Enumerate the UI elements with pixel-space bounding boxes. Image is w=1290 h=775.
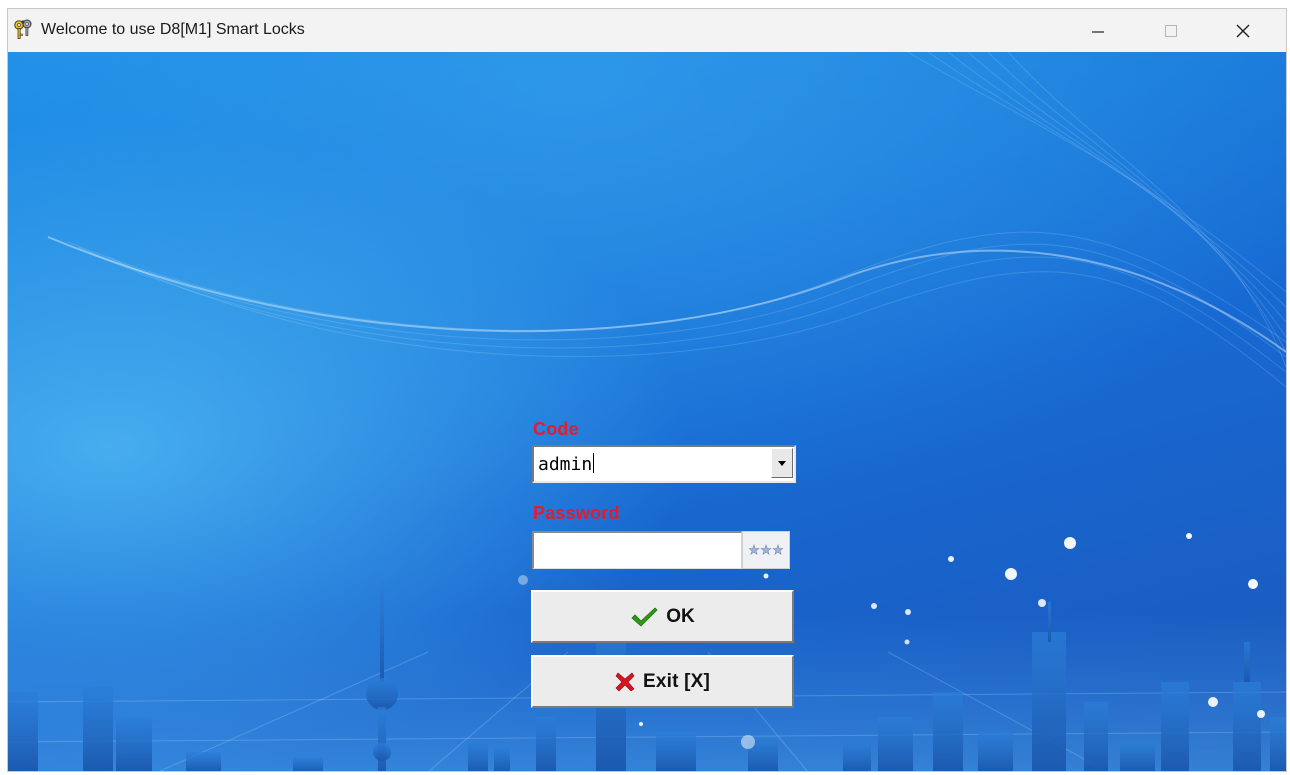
text-caret (593, 453, 595, 473)
red-cross-icon (615, 672, 635, 691)
keys-icon (14, 19, 32, 39)
login-window: Welcome to use D8[M1] Smart Locks Code a… (7, 8, 1287, 772)
code-value: admin (538, 454, 593, 475)
asterisks-icon (749, 544, 783, 555)
title-bar[interactable]: Welcome to use D8[M1] Smart Locks (8, 9, 1286, 52)
code-combobox[interactable]: admin (532, 445, 796, 483)
close-icon (1236, 24, 1250, 37)
code-dropdown-button[interactable] (771, 448, 793, 478)
code-label: Code (533, 419, 579, 439)
code-input[interactable]: admin (538, 453, 595, 475)
checkmark-icon (631, 606, 658, 627)
ok-button[interactable]: OK (531, 590, 794, 643)
exit-button[interactable]: Exit [X] (531, 655, 794, 708)
maximize-icon (1165, 24, 1177, 37)
exit-label: Exit [X] (642, 670, 711, 692)
window-title: Welcome to use D8[M1] Smart Locks (41, 21, 305, 38)
password-field[interactable] (532, 531, 742, 569)
maximize-button[interactable] (1136, 9, 1206, 52)
minimize-button[interactable] (1063, 9, 1133, 52)
minimize-icon (1092, 30, 1104, 33)
chevron-down-icon (778, 461, 786, 466)
close-button[interactable] (1208, 9, 1278, 52)
show-password-button[interactable] (742, 531, 790, 569)
password-label: Password (533, 503, 620, 523)
ok-label: OK (666, 605, 695, 627)
login-background: Code admin Password OK Exit [X] (8, 52, 1286, 771)
